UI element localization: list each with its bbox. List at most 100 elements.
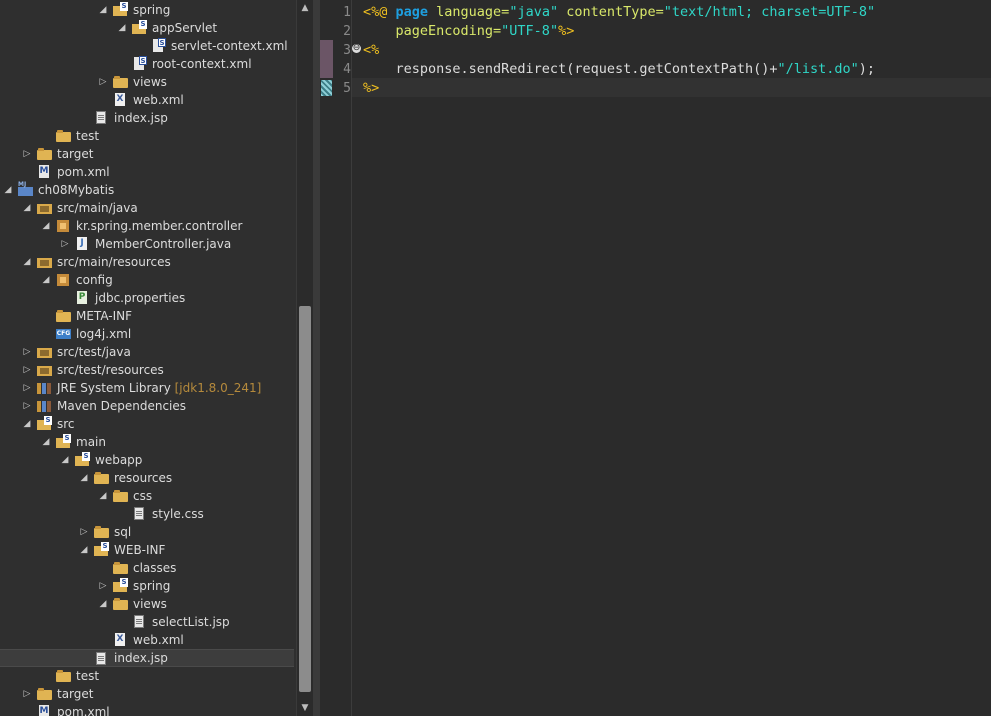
- scrollbar-thumb[interactable]: [299, 306, 311, 692]
- xml-file-icon: [113, 93, 128, 107]
- scroll-down-arrow-icon[interactable]: ▼: [297, 700, 313, 716]
- collapse-arrow-icon[interactable]: ◢: [3, 181, 13, 199]
- collapse-arrow-icon[interactable]: ◢: [22, 253, 32, 271]
- tree-item-target[interactable]: ▷ target: [0, 145, 294, 163]
- tree-item-label: src/test/java: [57, 345, 131, 359]
- tree-item-web-xml[interactable]: web.xml: [0, 91, 294, 109]
- expand-arrow-icon[interactable]: ▷: [22, 145, 32, 163]
- collapse-arrow-icon[interactable]: ◢: [60, 451, 70, 469]
- tree-item-spring[interactable]: ▷ spring: [0, 577, 294, 595]
- spring-folder-icon: [113, 2, 128, 17]
- code-line[interactable]: <%: [363, 41, 379, 60]
- code-editor[interactable]: ⊖ <%@ page language="java" contentType="…: [320, 0, 991, 716]
- code-line[interactable]: response.sendRedirect(request.getContext…: [363, 60, 876, 79]
- collapse-arrow-icon[interactable]: ◢: [41, 271, 51, 289]
- scroll-up-arrow-icon[interactable]: ▲: [297, 0, 313, 16]
- explorer-scrollbar[interactable]: ▲ ▼: [296, 0, 313, 716]
- tree-item-css[interactable]: ◢ css: [0, 487, 294, 505]
- expand-arrow-icon[interactable]: ▷: [22, 361, 32, 379]
- tree-item-selectlist-jsp[interactable]: selectList.jsp: [0, 613, 294, 631]
- collapse-arrow-icon[interactable]: ◢: [41, 217, 51, 235]
- tree-item-jdbc-properties[interactable]: jdbc.properties: [0, 289, 294, 307]
- tree-item-spring[interactable]: ◢ spring: [0, 1, 294, 19]
- code-line[interactable]: <%@ page language="java" contentType="te…: [363, 3, 875, 22]
- collapse-arrow-icon[interactable]: ◢: [22, 415, 32, 433]
- expand-arrow-icon[interactable]: ▷: [22, 397, 32, 415]
- tree-item-src-main-resources[interactable]: ◢ src/main/resources: [0, 253, 294, 271]
- collapse-arrow-icon[interactable]: ◢: [79, 469, 89, 487]
- code-token: contentType=: [566, 4, 664, 20]
- expand-arrow-icon[interactable]: ▷: [79, 523, 89, 541]
- tree-item-classes[interactable]: classes: [0, 559, 294, 577]
- collapse-arrow-icon[interactable]: ◢: [98, 1, 108, 19]
- tree-item-label: MemberController.java: [95, 237, 232, 251]
- code-token: "/list.do": [777, 61, 859, 77]
- folder-icon: [94, 525, 109, 539]
- tree-item-index-jsp[interactable]: index.jsp: [0, 649, 294, 667]
- tree-item-kr-spring-member-controller[interactable]: ◢ kr.spring.member.controller: [0, 217, 294, 235]
- tree-item-views[interactable]: ◢ views: [0, 595, 294, 613]
- collapse-arrow-icon[interactable]: ◢: [98, 487, 108, 505]
- tree-item-servlet-context-xml[interactable]: servlet-context.xml: [0, 37, 294, 55]
- panel-divider[interactable]: [313, 0, 320, 716]
- tree-item-root-context-xml[interactable]: root-context.xml: [0, 55, 294, 73]
- tree-item-webapp[interactable]: ◢ webapp: [0, 451, 294, 469]
- tree-item-membercontroller-java[interactable]: ▷ MemberController.java: [0, 235, 294, 253]
- tree-item-sql[interactable]: ▷ sql: [0, 523, 294, 541]
- collapse-arrow-icon[interactable]: ◢: [22, 199, 32, 217]
- css-file-icon: [132, 507, 147, 521]
- tree-item-src-test-resources[interactable]: ▷ src/test/resources: [0, 361, 294, 379]
- code-line[interactable]: %>: [363, 79, 379, 98]
- expand-arrow-icon[interactable]: ▷: [98, 73, 108, 91]
- collapse-arrow-icon[interactable]: ◢: [79, 541, 89, 559]
- tree-item-test[interactable]: test: [0, 127, 294, 145]
- tree-item-label: test: [76, 669, 100, 683]
- tree-item-test[interactable]: test: [0, 667, 294, 685]
- code-token: %>: [363, 80, 380, 96]
- tree-item-meta-inf[interactable]: META-INF: [0, 307, 294, 325]
- collapse-arrow-icon[interactable]: ◢: [117, 19, 127, 37]
- tree-item-label: main: [76, 435, 106, 449]
- collapse-arrow-icon[interactable]: ◢: [98, 595, 108, 613]
- tree-item-log4j-xml[interactable]: log4j.xml: [0, 325, 294, 343]
- tree-item-src[interactable]: ◢ src: [0, 415, 294, 433]
- tree-item-config[interactable]: ◢ config: [0, 271, 294, 289]
- code-token: "java": [509, 4, 567, 20]
- line-number: 2: [343, 24, 351, 39]
- tree-item-label: web.xml: [133, 633, 184, 647]
- tree-item-src-test-java[interactable]: ▷ src/test/java: [0, 343, 294, 361]
- tree-item-target[interactable]: ▷ target: [0, 685, 294, 703]
- tree-item-jre-system-library[interactable]: ▷ JRE System Library [jdk1.8.0_241]: [0, 379, 294, 397]
- tree-item-label: views: [133, 597, 167, 611]
- collapse-arrow-icon[interactable]: ◢: [41, 433, 51, 451]
- code-token: "UTF-8": [501, 23, 559, 39]
- tree-item-pom-xml[interactable]: pom.xml: [0, 163, 294, 181]
- tree-item-style-css[interactable]: style.css: [0, 505, 294, 523]
- tree-item-web-xml[interactable]: web.xml: [0, 631, 294, 649]
- spring-folder-icon: [37, 416, 52, 431]
- tree-item-label: ch08Mybatis: [38, 183, 115, 197]
- expand-arrow-icon[interactable]: ▷: [22, 343, 32, 361]
- tree-item-index-jsp[interactable]: index.jsp: [0, 109, 294, 127]
- folder-icon: [113, 561, 128, 575]
- tree-item-label: root-context.xml: [152, 57, 252, 71]
- expand-arrow-icon[interactable]: ▷: [22, 685, 32, 703]
- expand-arrow-icon[interactable]: ▷: [98, 577, 108, 595]
- tree-item-src-main-java[interactable]: ◢ src/main/java: [0, 199, 294, 217]
- tree-item-views[interactable]: ▷ views: [0, 73, 294, 91]
- tree-item-main[interactable]: ◢ main: [0, 433, 294, 451]
- tree-item-maven-dependencies[interactable]: ▷ Maven Dependencies: [0, 397, 294, 415]
- expand-arrow-icon[interactable]: ▷: [60, 235, 70, 253]
- spring-folder-icon: [113, 578, 128, 593]
- tree-item-label: target: [57, 687, 94, 701]
- tree-item-label: style.css: [152, 507, 204, 521]
- jsp-file-icon: [94, 652, 109, 666]
- tree-item-web-inf[interactable]: ◢ WEB-INF: [0, 541, 294, 559]
- tree-item-ch08mybatis[interactable]: ◢ ch08Mybatis: [0, 181, 294, 199]
- tree-item-resources[interactable]: ◢ resources: [0, 469, 294, 487]
- tree-item-pom-xml[interactable]: pom.xml: [0, 703, 294, 716]
- code-line[interactable]: pageEncoding="UTF-8"%>: [363, 22, 575, 41]
- tree-item-appservlet[interactable]: ◢ appServlet: [0, 19, 294, 37]
- expand-arrow-icon[interactable]: ▷: [22, 379, 32, 397]
- fold-collapse-icon[interactable]: ⊖: [352, 44, 361, 53]
